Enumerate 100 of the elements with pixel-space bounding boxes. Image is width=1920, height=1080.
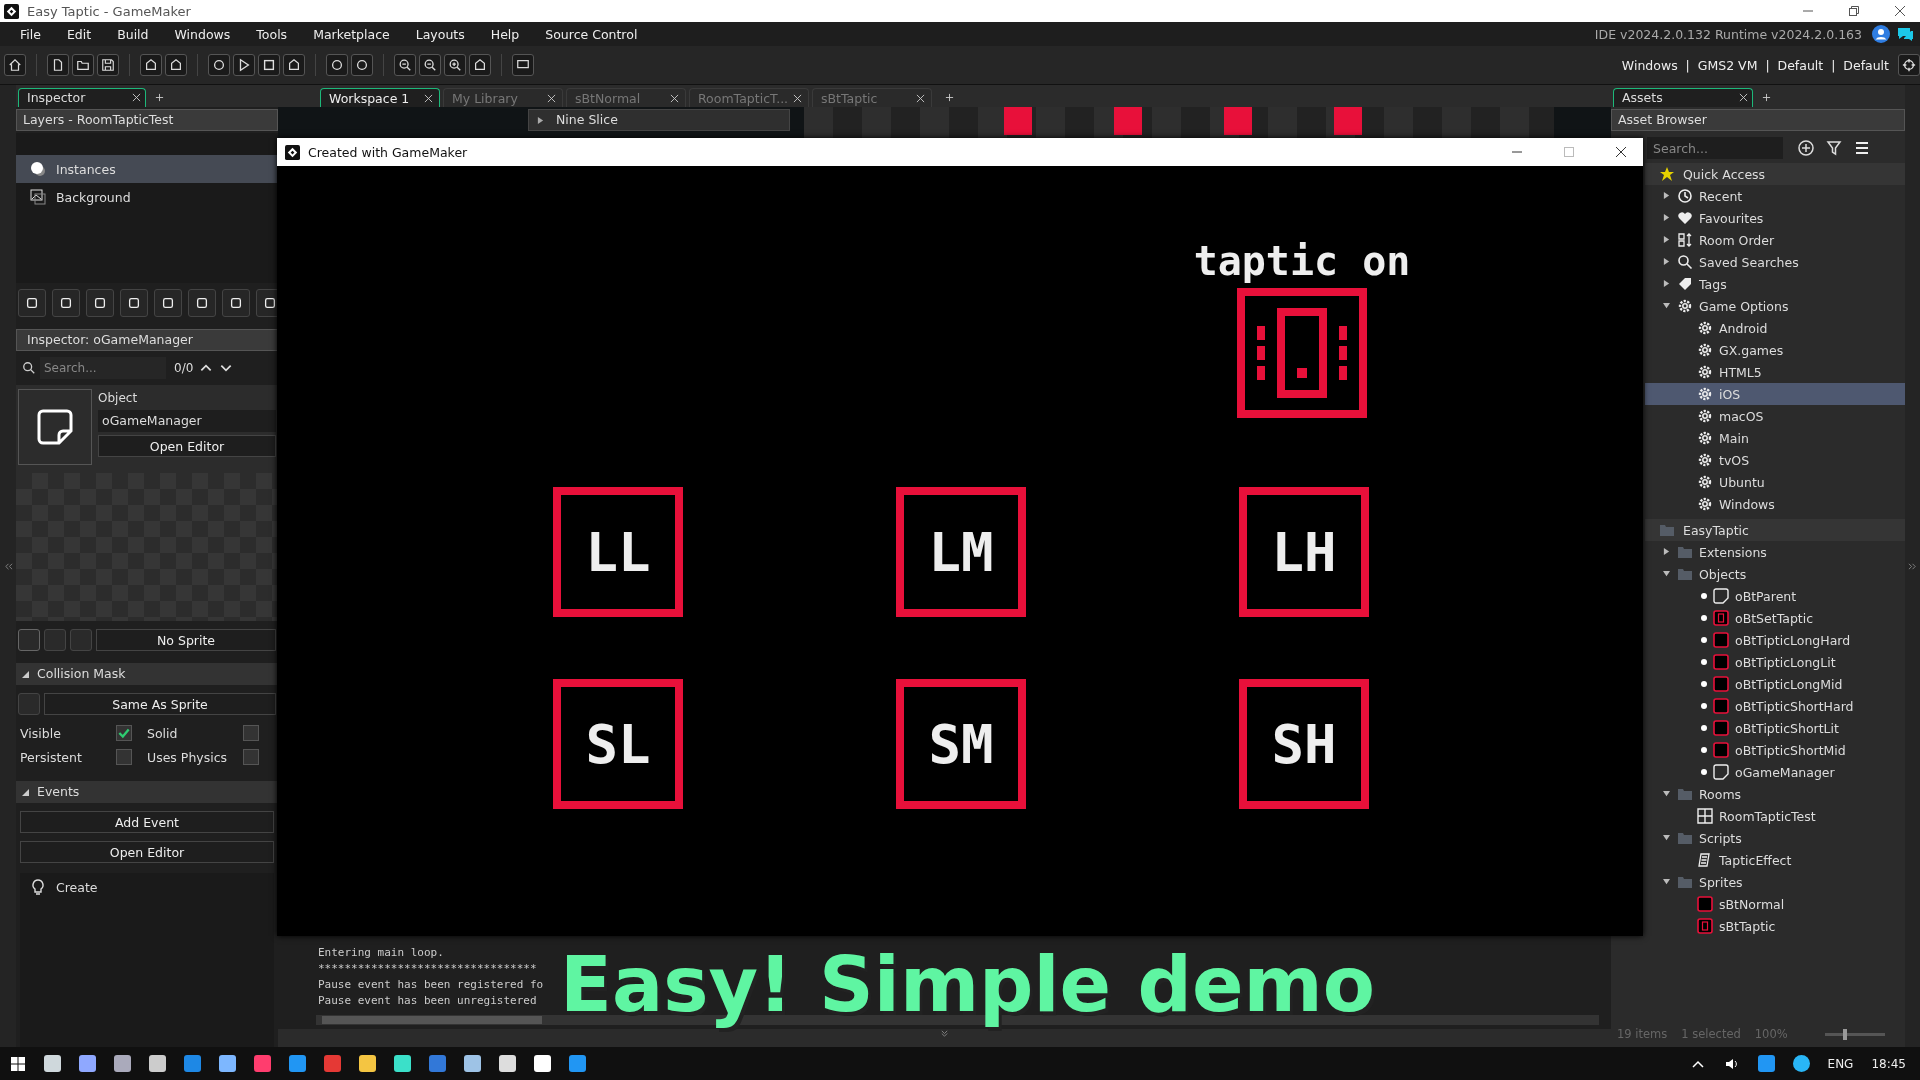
- game-button[interactable]: LH: [1239, 487, 1369, 617]
- menu-item[interactable]: Tools: [252, 26, 300, 42]
- menu-item[interactable]: Edit: [62, 26, 104, 42]
- tree-item[interactable]: oBtTipticLongLit: [1645, 651, 1905, 673]
- object-name-field[interactable]: oGameManager: [98, 410, 276, 432]
- toolbar-button[interactable]: [419, 54, 441, 76]
- restore-icon[interactable]: [1848, 5, 1860, 17]
- tree-item[interactable]: Rooms: [1645, 783, 1905, 805]
- tree-item[interactable]: oBtTipticShortLit: [1645, 717, 1905, 739]
- search-field[interactable]: Search...: [40, 357, 166, 379]
- section-header[interactable]: Collision Mask: [16, 663, 278, 685]
- close-icon[interactable]: [1615, 146, 1627, 158]
- game-button[interactable]: SM: [896, 679, 1026, 809]
- checkbox[interactable]: [243, 725, 259, 741]
- toolbar-button[interactable]: [208, 54, 230, 76]
- game-button[interactable]: LL: [553, 487, 683, 617]
- tree-item[interactable]: TapticEffect: [1645, 849, 1905, 871]
- checkbox[interactable]: [243, 749, 259, 765]
- layer-tool-button[interactable]: [120, 289, 148, 317]
- layer-item[interactable]: Instances: [16, 155, 278, 183]
- tree-item[interactable]: GX.games: [1645, 339, 1905, 361]
- tree-item[interactable]: Main: [1645, 427, 1905, 449]
- expand-arrow-icon[interactable]: [1663, 236, 1670, 243]
- tree-item[interactable]: Sprites: [1645, 871, 1905, 893]
- tree-item[interactable]: Favourites: [1645, 207, 1905, 229]
- toolbar-button[interactable]: [394, 54, 416, 76]
- tree-item[interactable]: Windows: [1645, 493, 1905, 515]
- tray-app-icon[interactable]: [1757, 1055, 1775, 1072]
- toolbar-button[interactable]: [283, 54, 305, 76]
- layer-tool-button[interactable]: [18, 289, 46, 317]
- layer-tool-button[interactable]: [154, 289, 182, 317]
- tray-app-icon[interactable]: [1792, 1055, 1810, 1072]
- menu-item[interactable]: Source Control: [541, 26, 650, 42]
- tree-item[interactable]: Room Order: [1645, 229, 1905, 251]
- game-button[interactable]: SL: [553, 679, 683, 809]
- collapse-icon[interactable]: [3, 561, 13, 571]
- section-header[interactable]: Events: [16, 781, 278, 803]
- tree-item[interactable]: Ubuntu: [1645, 471, 1905, 493]
- search-field[interactable]: Search...: [1647, 137, 1783, 159]
- checkbox[interactable]: [116, 725, 132, 741]
- expand-arrow-icon[interactable]: [1663, 548, 1670, 555]
- toolbar-button[interactable]: [326, 54, 348, 76]
- collapse-icon[interactable]: [1908, 561, 1917, 571]
- toolbar-button[interactable]: [233, 54, 255, 76]
- nine-slice-header[interactable]: Nine Slice: [528, 109, 790, 131]
- add-tab-icon[interactable]: [155, 93, 164, 102]
- filter-icon[interactable]: [1825, 139, 1843, 157]
- tree-item[interactable]: Extensions: [1645, 541, 1905, 563]
- menu-item[interactable]: Layouts: [411, 26, 477, 42]
- menu-item[interactable]: Windows: [170, 26, 243, 42]
- assets-tab[interactable]: Assets: [1613, 88, 1753, 107]
- expand-arrow-icon[interactable]: [1663, 570, 1670, 577]
- group-header[interactable]: EasyTaptic: [1645, 519, 1905, 541]
- tree-item[interactable]: Scripts: [1645, 827, 1905, 849]
- tree-item[interactable]: oBtTipticShortHard: [1645, 695, 1905, 717]
- sprite-selector[interactable]: No Sprite: [96, 629, 276, 651]
- expand-icon[interactable]: [940, 1029, 949, 1038]
- tree-item[interactable]: sBtNormal: [1645, 893, 1905, 915]
- expand-arrow-icon[interactable]: [1663, 280, 1670, 287]
- tree-item[interactable]: RoomTapticTest: [1645, 805, 1905, 827]
- toolbar-button[interactable]: [258, 54, 280, 76]
- tree-item[interactable]: oGameManager: [1645, 761, 1905, 783]
- add-tab-icon[interactable]: [1762, 93, 1771, 102]
- target-selector[interactable]: Windows | GMS2 VM | Default | Default: [1621, 57, 1889, 73]
- user-icon[interactable]: [1872, 25, 1890, 43]
- language-indicator[interactable]: ENG: [1827, 1056, 1854, 1071]
- layers-dropdown[interactable]: Layers - RoomTapticTest: [16, 109, 278, 131]
- tree-item[interactable]: Objects: [1645, 563, 1905, 585]
- layer-tool-button[interactable]: [188, 289, 216, 317]
- tree-item[interactable]: Tags: [1645, 273, 1905, 295]
- layer-tool-button[interactable]: [86, 289, 114, 317]
- expand-arrow-icon[interactable]: [1663, 258, 1670, 265]
- toolbar-button[interactable]: [72, 54, 94, 76]
- tree-item[interactable]: oBtTipticLongHard: [1645, 629, 1905, 651]
- menu-item[interactable]: File: [16, 26, 53, 42]
- menu-icon[interactable]: [1853, 139, 1871, 157]
- zoom-slider-thumb[interactable]: [1843, 1028, 1847, 1040]
- document-tab[interactable]: Workspace 1: [320, 88, 440, 107]
- menu-item[interactable]: Help: [486, 26, 532, 42]
- expand-arrow-icon[interactable]: [1663, 834, 1670, 841]
- start-icon[interactable]: [10, 1055, 26, 1072]
- open-editor-button[interactable]: Open Editor: [98, 435, 276, 457]
- expand-arrow-icon[interactable]: [1663, 878, 1670, 885]
- tree-item[interactable]: HTML5: [1645, 361, 1905, 383]
- group-header[interactable]: Quick Access: [1645, 163, 1905, 185]
- expand-arrow-icon[interactable]: [1663, 790, 1670, 797]
- tree-item[interactable]: oBtTipticLongMid: [1645, 673, 1905, 695]
- add-tab-icon[interactable]: [945, 93, 954, 102]
- expand-arrow-icon[interactable]: [1663, 302, 1670, 309]
- tree-item[interactable]: oBtTipticShortMid: [1645, 739, 1905, 761]
- checkbox[interactable]: [116, 749, 132, 765]
- tree-item[interactable]: Android: [1645, 317, 1905, 339]
- toolbar-button[interactable]: [469, 54, 491, 76]
- tree-item[interactable]: oBtParent: [1645, 585, 1905, 607]
- layer-tool-button[interactable]: [52, 289, 80, 317]
- toolbar-button[interactable]: [351, 54, 373, 76]
- game-button[interactable]: LM: [896, 487, 1026, 617]
- menu-item[interactable]: Marketplace: [309, 26, 402, 42]
- scrollbar-thumb[interactable]: [322, 1016, 542, 1024]
- clock[interactable]: 18:45: [1871, 1056, 1906, 1071]
